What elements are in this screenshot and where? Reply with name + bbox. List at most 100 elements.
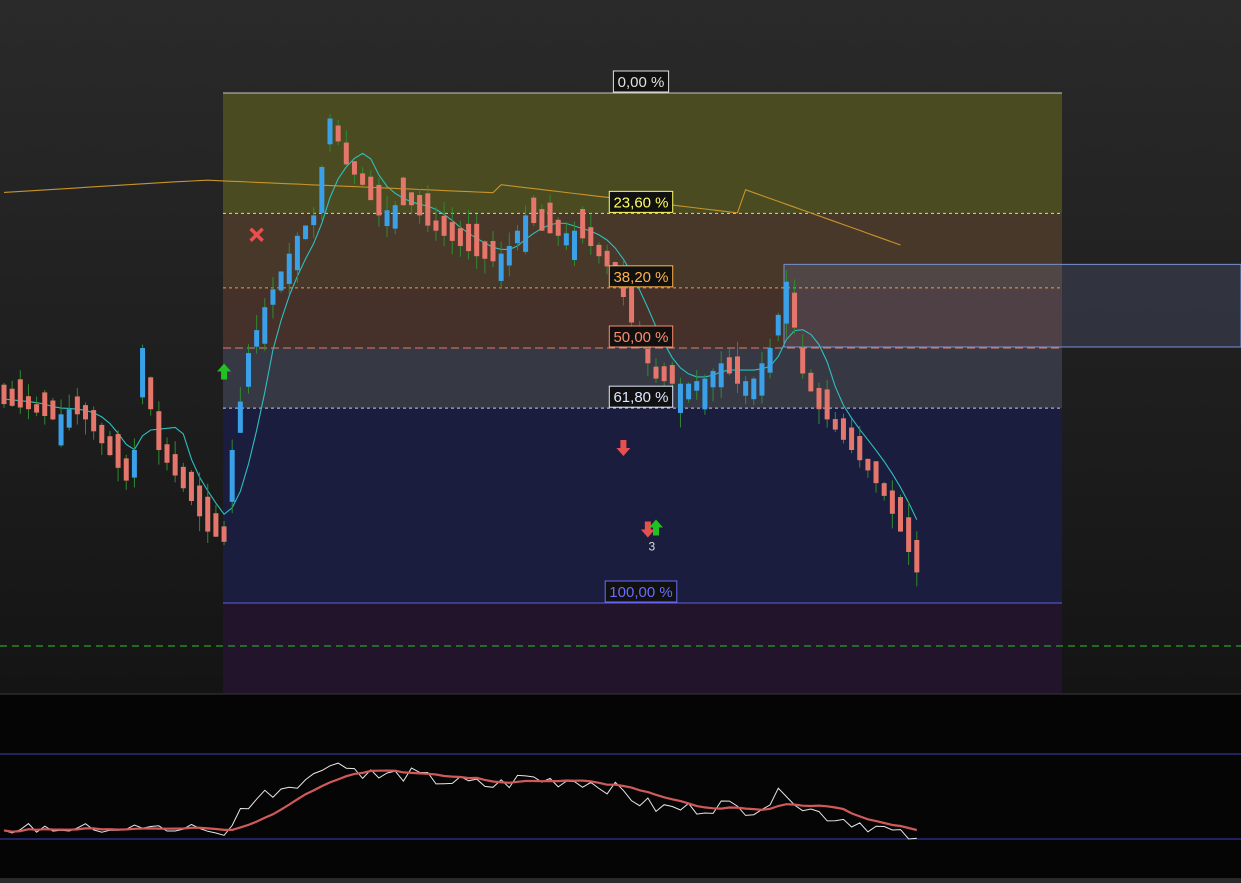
- candle-down: [205, 496, 211, 532]
- candle-down: [50, 400, 56, 420]
- candle-down: [588, 227, 594, 246]
- candle-down: [441, 215, 447, 236]
- candle-down: [629, 284, 635, 323]
- candle-down: [148, 377, 154, 410]
- candle-up: [751, 378, 757, 400]
- candle-up: [294, 235, 300, 271]
- candle-down: [669, 365, 675, 384]
- oscillator-panel: [0, 693, 1241, 878]
- candle-up: [254, 330, 260, 347]
- candle-up: [759, 363, 765, 396]
- candle-down: [42, 392, 48, 416]
- candle-down: [906, 517, 912, 552]
- candle-down: [735, 356, 740, 384]
- candle-down: [490, 241, 496, 262]
- candle-down: [213, 513, 219, 537]
- candle-down: [547, 202, 553, 234]
- candle-down: [188, 471, 194, 501]
- candle-up: [523, 215, 529, 252]
- candle-up: [775, 314, 781, 336]
- candle-down: [824, 389, 830, 420]
- resistance-box: [783, 263, 1241, 348]
- candle-down: [873, 461, 879, 484]
- candle-up: [270, 289, 276, 305]
- candle-up: [572, 230, 577, 260]
- candle-down: [360, 173, 366, 185]
- candle-down: [123, 458, 129, 481]
- candle-down: [409, 192, 414, 206]
- candle-down: [351, 161, 357, 175]
- candle-up: [246, 353, 251, 387]
- candle-up: [303, 225, 309, 240]
- candle-down: [849, 427, 855, 450]
- candle-down: [180, 466, 186, 489]
- fib-label: 0,00 %: [618, 74, 665, 91]
- candle-down: [914, 539, 920, 573]
- candle-down: [417, 195, 423, 216]
- fib-label: 100,00 %: [609, 584, 672, 601]
- candle-down: [531, 197, 537, 224]
- candle-down: [335, 125, 341, 142]
- candle-down: [156, 411, 162, 450]
- candle-up: [237, 401, 243, 433]
- candle-down: [368, 176, 374, 201]
- candle-down: [425, 193, 431, 226]
- candle-up: [131, 450, 137, 478]
- candle-up: [767, 348, 773, 373]
- candle-down: [800, 347, 806, 374]
- candle-up: [66, 409, 72, 428]
- chart: 3 0,00 % 23,60 % 38,20 % 50,00 % 61,80 % 100,…: [0, 0, 1241, 878]
- fib-zone: [223, 408, 1062, 603]
- signal-count-label: 3: [649, 540, 656, 554]
- candle-down: [376, 184, 382, 216]
- candle-down: [83, 405, 88, 420]
- candle-down: [115, 434, 121, 468]
- candle-down: [474, 223, 480, 257]
- candle-down: [808, 372, 814, 392]
- candle-down: [74, 396, 80, 415]
- candle-down: [539, 209, 545, 231]
- candle-up: [686, 383, 692, 400]
- candle-up: [140, 348, 146, 398]
- fib-label: 61,80 %: [613, 389, 668, 406]
- candle-up: [58, 414, 64, 446]
- candle-down: [433, 220, 439, 231]
- candle-down: [457, 228, 463, 246]
- candle-down: [221, 526, 227, 542]
- candle-down: [881, 483, 887, 496]
- candle-down: [816, 387, 822, 410]
- candle-down: [343, 142, 349, 165]
- fib-label: 50,00 %: [613, 329, 668, 346]
- candle-down: [25, 396, 31, 410]
- candle-down: [898, 497, 903, 532]
- candle-down: [832, 419, 838, 430]
- candle-down: [1, 384, 7, 405]
- candle-up: [514, 230, 520, 244]
- candle-up: [498, 253, 504, 281]
- candle-up: [783, 281, 789, 324]
- candle-down: [449, 222, 455, 241]
- candle-down: [865, 458, 871, 471]
- candle-down: [889, 490, 895, 514]
- candle-up: [718, 363, 724, 388]
- candle-up: [392, 205, 398, 229]
- candle-down: [580, 209, 586, 239]
- chart-svg: 3 0,00 % 23,60 % 38,20 % 50,00 % 61,80 % 100,…: [0, 70, 1241, 878]
- candle-down: [172, 454, 178, 476]
- candle-down: [555, 219, 561, 236]
- candle-down: [661, 366, 667, 382]
- candle-up: [278, 271, 284, 291]
- fib-label: 23,60 %: [613, 194, 668, 211]
- candle-up: [262, 307, 268, 344]
- candle-down: [482, 241, 488, 259]
- candle-up: [327, 118, 333, 145]
- candle-down: [107, 436, 113, 456]
- candle-down: [596, 244, 602, 257]
- candle-up: [506, 246, 512, 266]
- fib-zone: [223, 603, 1062, 693]
- candle-up: [743, 381, 749, 396]
- candle-up: [710, 370, 716, 388]
- candle-down: [9, 388, 15, 406]
- candle-down: [653, 366, 659, 379]
- candle-up: [702, 378, 708, 410]
